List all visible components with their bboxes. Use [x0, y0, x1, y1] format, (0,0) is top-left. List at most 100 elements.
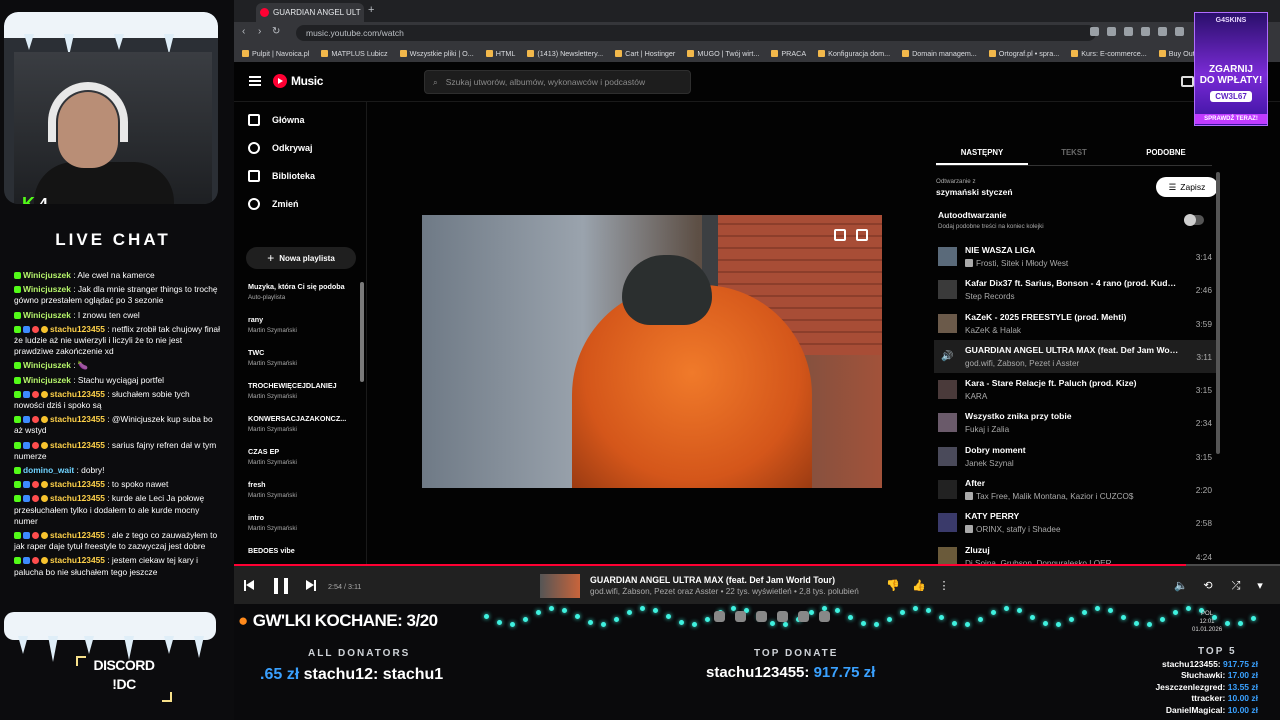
playlist-item[interactable]: Muzyka, która Ci się podoba Auto-playlist…: [248, 282, 360, 315]
search-input[interactable]: ⌕ Szukaj utworów, albumów, wykonawców i …: [424, 70, 691, 94]
taskbar-icon[interactable]: [777, 611, 788, 622]
bookmark-icon: [527, 49, 535, 57]
chat-badge-icon: [32, 481, 39, 489]
taskbar-icon[interactable]: [735, 611, 746, 622]
taskbar-icon[interactable]: [819, 611, 830, 622]
sidebar-scrollbar[interactable]: [360, 282, 364, 382]
reload-icon[interactable]: ↻: [272, 26, 280, 37]
bookmark-item[interactable]: Ortograf.pl • spra...: [988, 49, 1059, 58]
chat-message: stachu123455 : @Winicjuszek kup suba bo …: [14, 414, 222, 436]
taskbar-icon[interactable]: [714, 611, 725, 622]
fullscreen-icon[interactable]: [856, 229, 868, 241]
playlist-item[interactable]: TROCHEWIĘCEJDLANIEJ Martin Szymański: [248, 381, 360, 414]
queue-item[interactable]: KATY PERRY ORINX, staffy i Shadee 2:58: [934, 506, 1216, 539]
save-button[interactable]: ☰ Zapisz: [1156, 177, 1218, 197]
new-playlist-button[interactable]: + Nowa playlista: [246, 247, 356, 269]
bookmark-item[interactable]: MATPLUS Lubicz: [321, 49, 388, 58]
miniplayer-icon[interactable]: [834, 229, 846, 241]
back-icon[interactable]: ‹: [242, 26, 245, 37]
bookmark-item[interactable]: PRACA: [771, 49, 806, 58]
bookmark-item[interactable]: (1413) Newslettery...: [527, 49, 603, 58]
plus-icon: +: [267, 251, 275, 265]
new-tab-button[interactable]: +: [368, 4, 374, 16]
viewer-count: 4: [39, 195, 48, 205]
bookmark-item[interactable]: Cart | Hostinger: [615, 49, 675, 58]
cast-icon[interactable]: [1181, 76, 1194, 87]
forward-icon[interactable]: ›: [258, 26, 261, 37]
nav-upgrade[interactable]: Zmień: [248, 198, 299, 210]
pause-button[interactable]: [274, 578, 288, 594]
player-bar: 2:54 / 3:11 GUARDIAN ANGEL ULTRA MAX (fe…: [234, 564, 1280, 604]
playlist-item[interactable]: TWC Martin Szymański: [248, 348, 360, 381]
queue-item-duration: 2:34: [1195, 418, 1212, 429]
taskbar-icon[interactable]: [756, 611, 767, 622]
ytm-logo[interactable]: Music: [273, 74, 323, 88]
url-bar[interactable]: music.youtube.com/watch: [296, 25, 1096, 41]
playlist-item[interactable]: intro Martin Szymański: [248, 513, 360, 546]
queue-item[interactable]: NIE WASZA LIGA Frosti, Sitek i Młody West…: [934, 240, 1216, 273]
next-icon[interactable]: [306, 580, 316, 591]
nav-library[interactable]: Biblioteka: [248, 170, 315, 182]
kick-icon: K: [22, 194, 35, 204]
top5-amount: 10.00 zł: [1227, 704, 1258, 715]
progress-bar[interactable]: [234, 564, 1280, 566]
tab-up-next[interactable]: NASTĘPNY: [936, 140, 1028, 165]
bookmark-item[interactable]: HTML: [485, 49, 515, 58]
dislike-icon[interactable]: 👎: [886, 580, 900, 592]
bookmark-item[interactable]: MUGO | Twój wirt...: [687, 49, 759, 58]
queue-item[interactable]: Wszystko znika przy tobie Fukaj i Zalia 2:…: [934, 406, 1216, 439]
extension-icon[interactable]: [1175, 27, 1184, 36]
top5-entry: DanielMagical: 10.00 zł: [1118, 705, 1258, 716]
tab-lyrics[interactable]: TEKST: [1028, 140, 1120, 165]
queue-item[interactable]: KaZeK - 2025 FREESTYLE (prod. Mehti) KaZe…: [934, 307, 1216, 340]
now-playing-thumbnail[interactable]: [540, 574, 580, 598]
browser-tab[interactable]: GUARDIAN ANGEL ULT: [256, 3, 364, 22]
top5-amount: 17.00 zł: [1227, 670, 1258, 681]
bookmark-item[interactable]: Wszystkie pliki | O...: [399, 49, 474, 58]
light-bulb-decoration: [874, 622, 879, 627]
bookmark-item[interactable]: Domain managem...: [902, 49, 977, 58]
extension-icon[interactable]: [1158, 27, 1167, 36]
bookmark-item[interactable]: Kurs: E-commerce...: [1071, 49, 1147, 58]
playlist-item[interactable]: fresh Martin Szymański: [248, 480, 360, 513]
extension-icon[interactable]: [1141, 27, 1150, 36]
queue-item-title: Dobry moment: [965, 444, 1026, 455]
queue-scrollbar[interactable]: [1216, 172, 1220, 454]
queue-item[interactable]: Kafar Dix37 ft. Sarius, Bonson - 4 rano …: [934, 273, 1216, 306]
chat-badge-icon: [41, 325, 48, 333]
queue-thumbnail: [938, 247, 957, 266]
chat-message: Winicjuszek : I znowu ten cwel: [14, 310, 222, 321]
now-playing-title[interactable]: GUARDIAN ANGEL ULTRA MAX (feat. Def Jam …: [590, 575, 835, 585]
chevron-up-icon[interactable]: ▾: [1254, 580, 1266, 592]
nav-home[interactable]: Główna: [248, 114, 305, 126]
extension-icon[interactable]: [1124, 27, 1133, 36]
discord-command: !DC: [112, 676, 136, 692]
autoplay-toggle[interactable]: [1184, 214, 1204, 226]
more-icon[interactable]: ⋮: [938, 580, 950, 592]
queue-item[interactable]: 🔊 GUARDIAN ANGEL ULTRA MAX (feat. Def Jam…: [934, 339, 1216, 374]
playlist-item[interactable]: KONWERSACJAZAKONCZ... Martin Szymański: [248, 414, 360, 447]
chat-badge-icon: [32, 441, 39, 449]
bookmark-item[interactable]: Pulpit | Navoica.pl: [242, 49, 309, 58]
bookmark-item[interactable]: Konfiguracja dom...: [818, 49, 890, 58]
taskbar-icon[interactable]: [798, 611, 809, 622]
light-bulb-decoration: [588, 620, 593, 625]
menu-icon[interactable]: [249, 76, 261, 86]
extension-icon[interactable]: [1107, 27, 1116, 36]
like-icon[interactable]: 👍: [912, 580, 926, 592]
bookmark-icon: [687, 49, 695, 57]
extension-icon[interactable]: [1090, 27, 1099, 36]
playlist-item[interactable]: rany Martin Szymański: [248, 315, 360, 348]
queue-item[interactable]: Kara - Stare Relacje ft. Paluch (prod. K…: [934, 373, 1216, 406]
previous-icon[interactable]: [244, 580, 254, 591]
playlist-item[interactable]: CZAS EP Martin Szymański: [248, 447, 360, 480]
nav-explore[interactable]: Odkrywaj: [248, 142, 313, 154]
url-text: music.youtube.com/watch: [306, 28, 404, 38]
shuffle-icon[interactable]: ⤮: [1230, 580, 1242, 592]
tab-related[interactable]: PODOBNE: [1120, 140, 1212, 165]
repeat-icon[interactable]: ⟲: [1202, 580, 1214, 592]
queue-item[interactable]: Dobry moment Janek Szynal 3:15: [934, 440, 1216, 473]
queue-item[interactable]: After Tax Free, Malik Montana, Kazior i C…: [934, 473, 1216, 506]
volume-icon[interactable]: 🔈: [1174, 580, 1188, 592]
video-player[interactable]: [422, 215, 882, 488]
